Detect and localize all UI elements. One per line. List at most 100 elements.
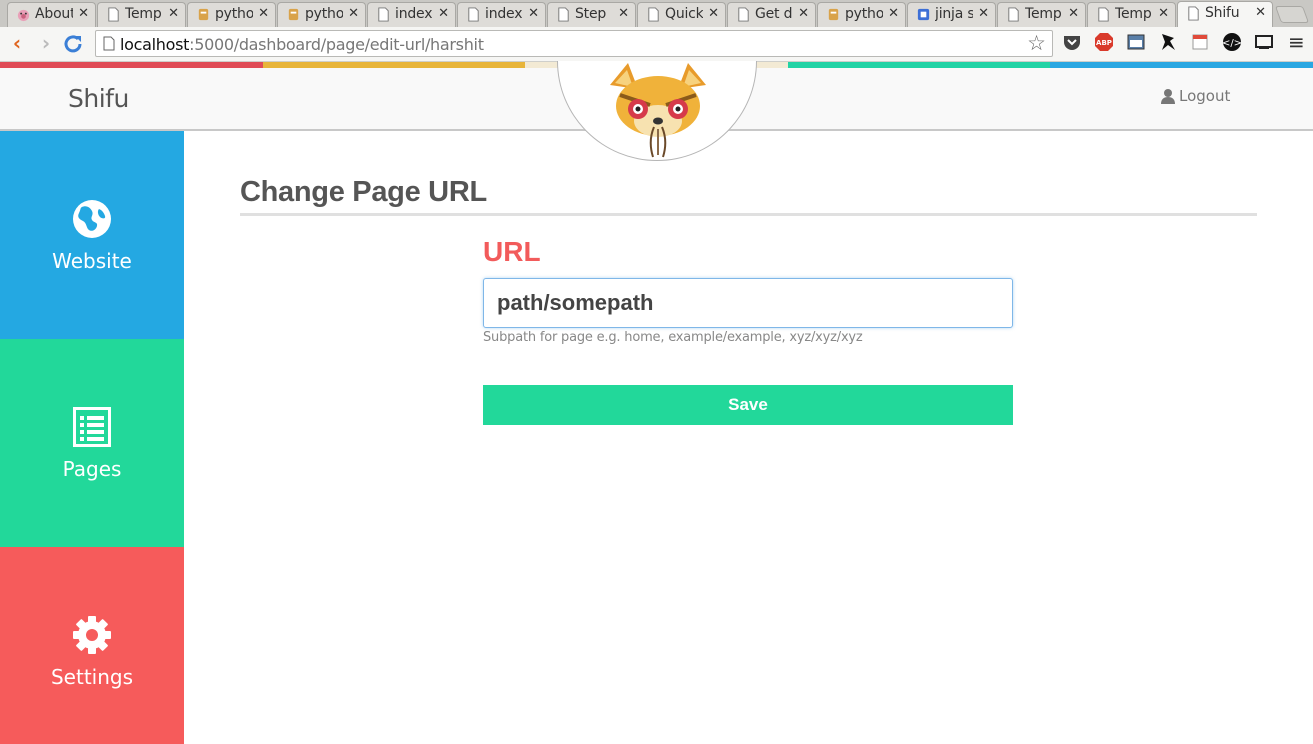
browser-tab-title: Quick (665, 6, 703, 22)
browser-tab-title: Step (575, 6, 607, 22)
pig-icon (17, 9, 30, 22)
address-bar[interactable]: localhost:5000/dashboard/page/edit-url/h… (95, 30, 1053, 57)
browser-tab-title: pytho (215, 6, 253, 22)
close-icon[interactable]: ✕ (168, 6, 179, 21)
url-text: localhost:5000/dashboard/page/edit-url/h… (120, 35, 484, 54)
logo[interactable] (557, 61, 757, 161)
reload-icon[interactable] (63, 34, 83, 54)
python-icon (198, 8, 209, 21)
browser-tab[interactable]: Temp ✕ (97, 2, 186, 27)
url-field-label: URL (483, 236, 541, 267)
browser-tab[interactable]: jinja s ✕ (907, 2, 996, 27)
pocket-icon[interactable] (1062, 32, 1082, 52)
browser-tab[interactable]: pytho ✕ (277, 2, 366, 27)
document-icon (738, 7, 749, 22)
python-icon (288, 8, 299, 21)
document-icon (1098, 7, 1109, 22)
close-icon[interactable]: ✕ (708, 6, 719, 21)
cast-extension-icon[interactable] (1254, 32, 1274, 52)
svg-text:ABP: ABP (1096, 39, 1112, 47)
browser-tab[interactable]: pytho ✕ (187, 2, 276, 27)
document-icon (468, 7, 479, 22)
browser-tab[interactable]: index ✕ (457, 2, 546, 27)
browser-tab[interactable]: About ✕ (7, 2, 96, 27)
list-icon (73, 407, 111, 447)
sidebar-item-label: Settings (50, 665, 134, 689)
close-icon[interactable]: ✕ (438, 6, 449, 21)
url-help-text: Subpath for page e.g. home, example/exam… (483, 330, 863, 345)
close-icon[interactable]: ✕ (888, 6, 899, 21)
sidebar: Website Pages Settings (0, 131, 184, 744)
python-icon (828, 8, 839, 21)
browser-tab[interactable]: Temp ✕ (1087, 2, 1176, 27)
sidebar-item-website[interactable]: Website (0, 131, 184, 339)
browser-tab-title: pytho (845, 6, 883, 22)
browser-tab-title: pytho (305, 6, 343, 22)
browser-tab[interactable]: Step ✕ (547, 2, 636, 27)
shifu-mascot-logo (610, 63, 706, 158)
sidebar-item-label: Pages (62, 457, 122, 481)
browser-toolbar: ‹ › localhost:5000/dashboard/page/edit-u… (0, 27, 1313, 62)
page-icon (103, 36, 115, 51)
browser-tab-title: Temp (1025, 6, 1062, 22)
browser-tab-title: index (395, 6, 433, 22)
page-title: Change Page URL (240, 176, 487, 208)
browser-tab[interactable]: Get d ✕ (727, 2, 816, 27)
ninja-extension-icon[interactable] (1158, 32, 1178, 52)
browser-tab-title: Get d (755, 6, 793, 22)
logout-link[interactable]: Logout (1160, 87, 1230, 105)
url-host: localhost (120, 35, 190, 54)
svg-text:</>: </> (1222, 38, 1242, 49)
forward-icon[interactable]: › (35, 32, 57, 54)
title-divider (240, 213, 1257, 216)
menu-icon[interactable]: ≡ (1288, 32, 1308, 52)
browser-tab-title: jinja s (935, 6, 973, 22)
code-extension-icon[interactable]: </> (1222, 32, 1242, 52)
window-extension-icon[interactable] (1126, 32, 1146, 52)
close-icon[interactable]: ✕ (1068, 6, 1079, 21)
adblock-icon[interactable]: ABP (1094, 32, 1114, 52)
sidebar-item-pages[interactable]: Pages (0, 339, 184, 547)
document-icon (1188, 6, 1199, 21)
gear-icon (73, 616, 111, 654)
browser-tab[interactable]: pytho ✕ (817, 2, 906, 27)
user-icon (1161, 89, 1175, 104)
close-icon[interactable]: ✕ (978, 6, 989, 21)
sidebar-item-settings[interactable]: Settings (0, 547, 184, 744)
browser-tab-title: Temp (1115, 6, 1152, 22)
browser-tab-title: index (485, 6, 523, 22)
document-icon (108, 7, 119, 22)
url-path: :5000/dashboard/page/edit-url/harshit (189, 35, 484, 54)
bookmark-icon (917, 8, 930, 21)
brand-title[interactable]: Shifu (68, 84, 129, 113)
document-icon (378, 7, 389, 22)
logout-label: Logout (1179, 87, 1231, 105)
close-icon[interactable]: ✕ (348, 6, 359, 21)
calendar-extension-icon[interactable] (1190, 32, 1210, 52)
document-icon (558, 7, 569, 22)
browser-tab[interactable]: Quick ✕ (637, 2, 726, 27)
back-icon[interactable]: ‹ (6, 32, 28, 54)
close-icon[interactable]: ✕ (258, 6, 269, 21)
close-icon[interactable]: ✕ (618, 6, 629, 21)
document-icon (1008, 7, 1019, 22)
close-icon[interactable]: ✕ (78, 6, 89, 21)
browser-tab-title: Shifu (1205, 5, 1240, 21)
globe-icon (73, 200, 111, 238)
url-input[interactable] (483, 278, 1013, 328)
close-icon[interactable]: ✕ (528, 6, 539, 21)
save-button[interactable]: Save (483, 385, 1013, 425)
browser-tab-title: Temp (125, 6, 162, 22)
browser-tab-strip: About ✕ Temp ✕ pytho ✕ pytho ✕ index ✕ i… (0, 0, 1313, 27)
browser-tab-active[interactable]: Shifu ✕ (1177, 1, 1273, 27)
browser-tab-title: About (35, 6, 73, 22)
close-icon[interactable]: ✕ (1158, 6, 1169, 21)
new-tab-button[interactable] (1274, 6, 1310, 23)
document-icon (648, 7, 659, 22)
close-icon[interactable]: ✕ (798, 6, 809, 21)
browser-tab[interactable]: Temp ✕ (997, 2, 1086, 27)
browser-tab[interactable]: index ✕ (367, 2, 456, 27)
bookmark-star-icon[interactable]: ☆ (1027, 32, 1046, 55)
close-icon[interactable]: ✕ (1255, 5, 1266, 20)
sidebar-item-label: Website (52, 249, 132, 273)
